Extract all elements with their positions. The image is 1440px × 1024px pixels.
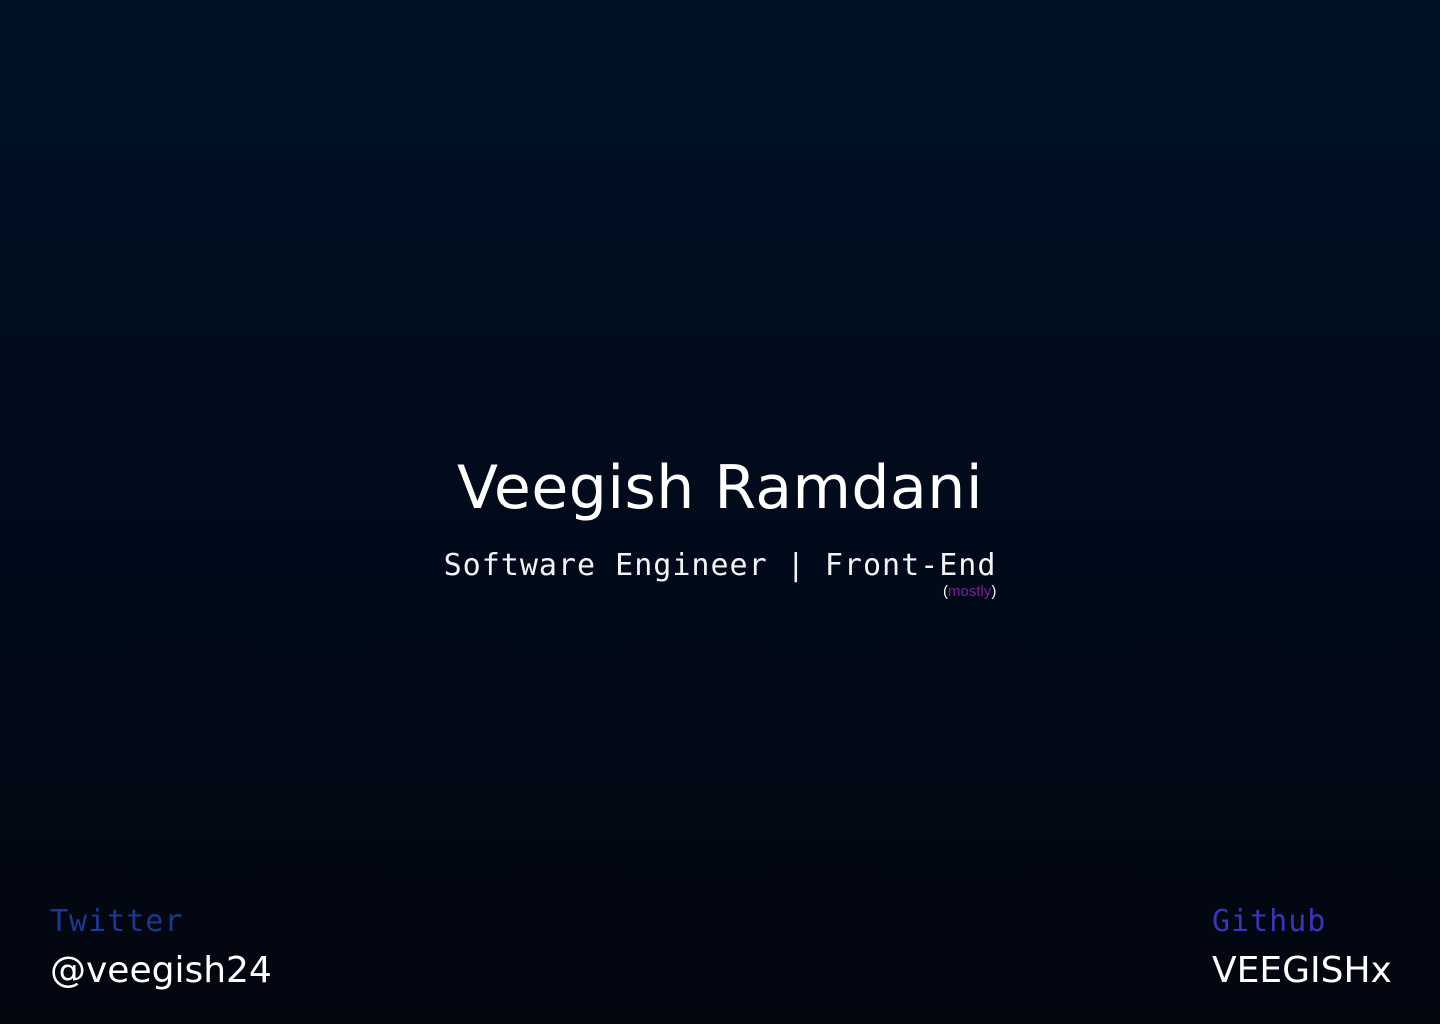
role-subtitle: Software Engineer | Front-End (mostly) — [443, 548, 997, 600]
github-label: Github — [1212, 904, 1327, 939]
twitter-block: Twitter @veegish24 — [50, 904, 272, 992]
mostly-note: (mostly) — [943, 584, 996, 600]
page-title: Veegish Ramdani — [457, 453, 983, 523]
note-word: mostly — [948, 583, 992, 600]
note-close-paren: ) — [991, 583, 997, 600]
role-text: Software Engineer | Front-End — [443, 548, 997, 583]
hero-section: Veegish Ramdani Software Engineer | Fron… — [0, 452, 1440, 600]
github-handle-link[interactable]: VEEGISHx — [1212, 950, 1392, 992]
twitter-handle-link[interactable]: @veegish24 — [50, 950, 272, 992]
github-block: Github VEEGISHx — [1212, 904, 1392, 992]
twitter-label: Twitter — [50, 904, 184, 939]
